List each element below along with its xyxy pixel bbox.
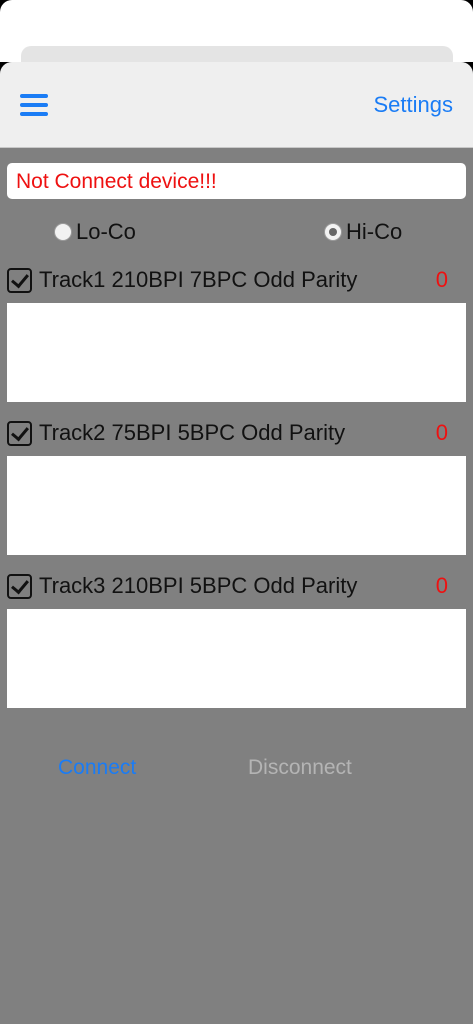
track1-header: Track1 210BPI 7BPC Odd Parity 0: [7, 262, 466, 298]
settings-button[interactable]: Settings: [374, 92, 454, 118]
modal-sheet: Settings Not Connect device!!! Lo-Co Hi-…: [0, 62, 473, 1024]
track2-checkbox-icon[interactable]: [7, 420, 32, 446]
menu-line: [20, 112, 48, 116]
radio-hi-co[interactable]: Hi-Co: [324, 218, 402, 246]
menu-line: [20, 103, 48, 107]
track3-header: Track3 210BPI 5BPC Odd Parity 0: [7, 568, 466, 604]
track1-data-field[interactable]: [7, 303, 466, 402]
connection-status-field: Not Connect device!!!: [7, 163, 466, 199]
radio-unselected-icon[interactable]: [54, 223, 72, 241]
hamburger-menu-icon[interactable]: [20, 94, 48, 116]
track3-count: 0: [435, 573, 448, 598]
track2-count: 0: [435, 420, 448, 445]
track2-data-field[interactable]: [7, 456, 466, 555]
track1-label: Track1 210BPI 7BPC Odd Parity: [39, 267, 358, 292]
menu-line: [20, 94, 48, 98]
radio-hi-co-label: Hi-Co: [346, 219, 403, 244]
track3-label: Track3 210BPI 5BPC Odd Parity: [39, 573, 358, 598]
track3-data-field[interactable]: [7, 609, 466, 708]
radio-selected-icon[interactable]: [324, 223, 342, 241]
disconnect-button[interactable]: Disconnect: [248, 756, 352, 780]
track2-label: Track2 75BPI 5BPC Odd Parity: [39, 420, 346, 445]
track1-count: 0: [435, 267, 448, 292]
radio-lo-co-label: Lo-Co: [76, 219, 136, 244]
navigation-bar: Settings: [0, 62, 473, 148]
track1-checkbox-icon[interactable]: [7, 267, 32, 293]
track3-checkbox-icon[interactable]: [7, 573, 32, 599]
track2-header: Track2 75BPI 5BPC Odd Parity 0: [7, 415, 466, 451]
radio-lo-co[interactable]: Lo-Co: [54, 218, 136, 246]
connect-button[interactable]: Connect: [58, 756, 136, 780]
